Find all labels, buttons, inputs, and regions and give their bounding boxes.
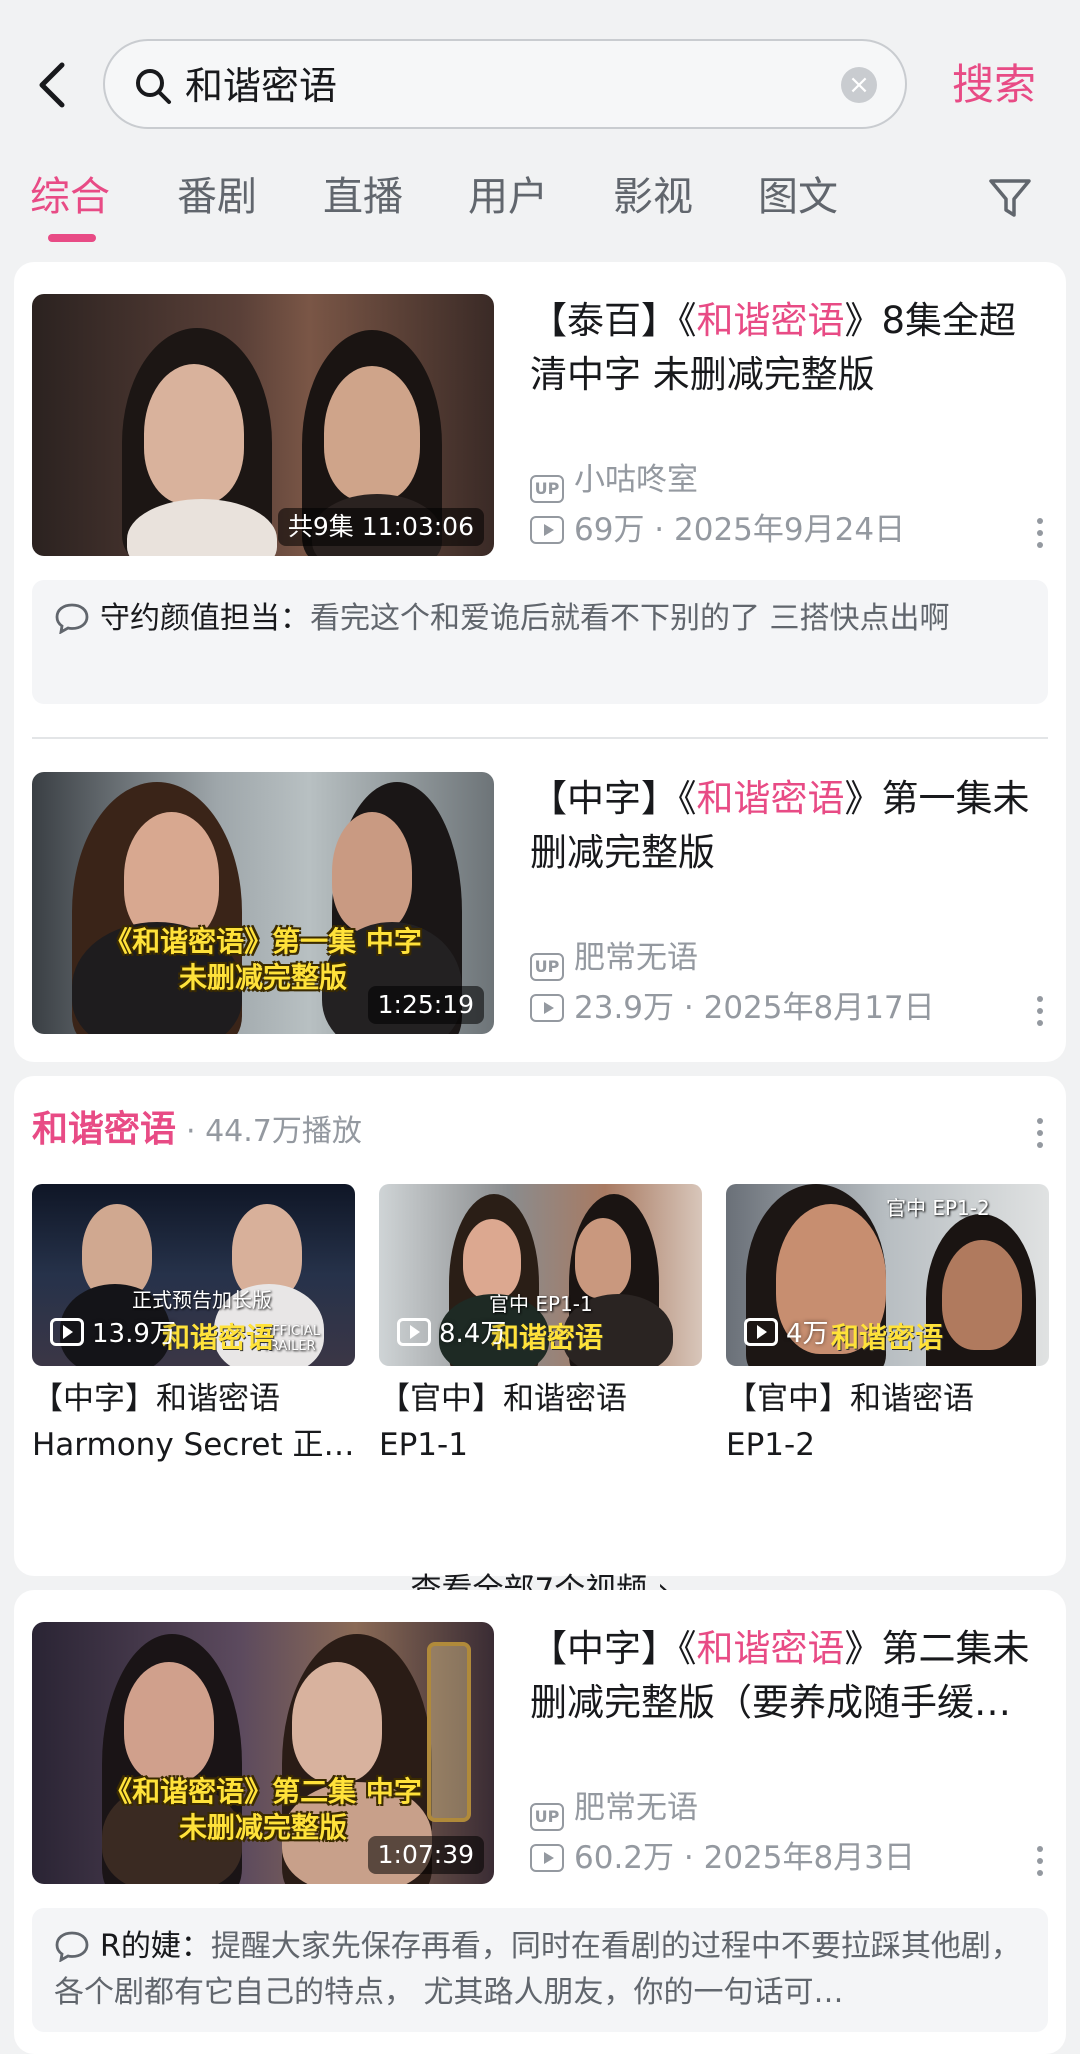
video-thumbnail[interactable]: 共9集 11:03:06 xyxy=(32,294,494,556)
top-comment[interactable]: 守约颜值担当：看完这个和爱诡后就看不下别的了 三搭快点出啊 xyxy=(32,580,1048,704)
clear-search-button[interactable]: × xyxy=(841,67,877,103)
uploader-line[interactable]: UP 肥常无语 xyxy=(530,938,698,981)
play-count-icon xyxy=(50,1318,84,1346)
tab-users[interactable]: 用户 xyxy=(468,171,548,223)
video-title[interactable]: 【泰百】《和谐密语》8集全超清中字 未删减完整版 xyxy=(530,294,1040,402)
more-vertical-icon[interactable] xyxy=(1036,1118,1044,1152)
tab-articles[interactable]: 图文 xyxy=(758,171,838,223)
result-card: 《和谐密语》第二集 中字 未删减完整版 1:07:39 【中字】《和谐密语》第二… xyxy=(14,1590,1066,2054)
uploader-line[interactable]: UP 肥常无语 xyxy=(530,1788,698,1831)
uploader-name: 肥常无语 xyxy=(574,1790,698,1826)
collection-play-count: 4万 xyxy=(744,1318,829,1350)
video-result[interactable]: 共9集 11:03:06 【泰百】《和谐密语》8集全超清中字 未删减完整版 UP… xyxy=(32,294,1048,556)
episode-duration-badge: 共9集 11:03:06 xyxy=(277,508,484,546)
search-icon xyxy=(136,69,171,104)
stats-line: 60.2万 · 2025年8月3日 xyxy=(530,1838,915,1878)
uploader-line[interactable]: UP 小咕咚室 xyxy=(530,460,698,503)
search-header: 和谐密语 × 搜索 综合 番剧 直播 用户 影视 图文 xyxy=(0,0,1080,255)
thumbnail-caption: 正式预告加长版 xyxy=(132,1288,272,1312)
search-query: 和谐密语 xyxy=(185,64,338,108)
up-badge-icon: UP xyxy=(530,953,564,981)
publish-date: 2025年9月24日 xyxy=(674,512,906,548)
thumbnail-caption: 官中 EP1-1 xyxy=(489,1292,593,1316)
chevron-left-icon xyxy=(39,62,65,108)
duration-badge: 1:25:19 xyxy=(367,986,484,1024)
collection-video-thumbnail[interactable]: 官中 EP1-2 和谐密语 4万 xyxy=(726,1184,1049,1366)
thumbnail-logo: 和谐密语 xyxy=(831,1321,944,1354)
publish-date: 2025年8月3日 xyxy=(703,1840,915,1876)
video-thumbnail[interactable]: 《和谐密语》第一集 中字 未删减完整版 1:25:19 xyxy=(32,772,494,1034)
uploader-name: 小咕咚室 xyxy=(574,462,698,498)
thumbnail-caption: 《和谐密语》第一集 中字 xyxy=(104,925,422,958)
collection-video-title[interactable]: 【官中】和谐密语 EP1-1 xyxy=(379,1376,702,1468)
comment-bubble-icon xyxy=(55,1931,89,1962)
thumbnail-caption: OFFICIAL TRAILER xyxy=(262,1324,321,1354)
more-vertical-icon[interactable] xyxy=(1036,1846,1044,1880)
collection-play-count: 8.4万 xyxy=(397,1318,506,1350)
top-comment[interactable]: R的婕：提醒大家先保存再看，同时在看剧的过程中不要拉踩其他剧，各个剧都有它自己的… xyxy=(32,1908,1048,2032)
stats-line: 23.9万 · 2025年8月17日 xyxy=(530,988,935,1028)
search-input[interactable]: 和谐密语 × xyxy=(103,39,907,129)
collection-video-title[interactable]: 【中字】和谐密语 Harmony Secret 正… xyxy=(32,1376,355,1468)
up-badge-icon: UP xyxy=(530,1803,564,1831)
play-count-icon xyxy=(530,1844,564,1872)
tab-live[interactable]: 直播 xyxy=(323,171,403,223)
divider xyxy=(32,737,1048,739)
thumbnail-caption: 官中 EP1-2 xyxy=(886,1196,990,1220)
play-count: 69万 xyxy=(574,512,645,548)
play-count-icon xyxy=(397,1318,431,1346)
more-vertical-icon[interactable] xyxy=(1036,518,1044,552)
tab-film[interactable]: 影视 xyxy=(613,171,693,223)
play-count: 23.9万 xyxy=(574,990,675,1026)
play-count-icon xyxy=(744,1318,778,1346)
collection-video-thumbnail[interactable]: 正式预告加长版 OFFICIAL TRAILER 和谐密语 13.9万 xyxy=(32,1184,355,1366)
comment-bubble-icon xyxy=(55,603,89,634)
video-title[interactable]: 【中字】《和谐密语》第二集未删减完整版（要养成随手缓… xyxy=(530,1622,1040,1730)
play-count: 60.2万 xyxy=(574,1840,675,1876)
back-button[interactable] xyxy=(28,55,80,115)
thumbnail-logo: 和谐密语 xyxy=(162,1321,275,1354)
collection-play-count: 13.9万 xyxy=(50,1318,176,1350)
comment-user: 守约颜值担当： xyxy=(100,601,310,636)
thumbnail-logo: 和谐密语 xyxy=(491,1321,604,1354)
comment-user: R的婕： xyxy=(100,1929,211,1964)
filter-icon[interactable] xyxy=(985,173,1035,223)
thumbnail-caption: 《和谐密语》第二集 中字 xyxy=(104,1775,422,1808)
result-tabs: 综合 番剧 直播 用户 影视 图文 xyxy=(0,165,1080,245)
collection-card: 和谐密语 · 44.7万播放 正式预告加长版 OFFICIAL TRAILER … xyxy=(14,1076,1066,1608)
tab-all[interactable]: 综合 xyxy=(30,171,110,223)
stats-line: 69万 · 2025年9月24日 xyxy=(530,510,905,550)
video-title[interactable]: 【中字】《和谐密语》第一集未删减完整版 xyxy=(530,772,1040,880)
comment-text: 看完这个和爱诡后就看不下别的了 三搭快点出啊 xyxy=(310,601,950,636)
duration-badge: 1:07:39 xyxy=(367,1836,484,1874)
video-thumbnail[interactable]: 《和谐密语》第二集 中字 未删减完整版 1:07:39 xyxy=(32,1622,494,1884)
up-badge-icon: UP xyxy=(530,475,564,503)
play-count-icon xyxy=(530,994,564,1022)
collection-video-title[interactable]: 【官中】和谐密语 EP1-2 xyxy=(726,1376,1049,1468)
active-tab-indicator xyxy=(48,234,96,242)
result-card: 共9集 11:03:06 【泰百】《和谐密语》8集全超清中字 未删减完整版 UP… xyxy=(14,262,1066,1062)
collection-video-thumbnail[interactable]: 官中 EP1-1 和谐密语 8.4万 xyxy=(379,1184,702,1366)
collection-title[interactable]: 和谐密语 xyxy=(32,1106,176,1154)
video-result[interactable]: 《和谐密语》第二集 中字 未删减完整版 1:07:39 【中字】《和谐密语》第二… xyxy=(32,1622,1048,1884)
video-result[interactable]: 《和谐密语》第一集 中字 未删减完整版 1:25:19 【中字】《和谐密语》第一… xyxy=(32,772,1048,1034)
uploader-name: 肥常无语 xyxy=(574,940,698,976)
more-vertical-icon[interactable] xyxy=(1036,996,1044,1030)
play-count-icon xyxy=(530,516,564,544)
publish-date: 2025年8月17日 xyxy=(703,990,935,1026)
collection-play-count: · 44.7万播放 xyxy=(186,1114,362,1149)
search-button[interactable]: 搜索 xyxy=(952,58,1036,112)
tab-anime[interactable]: 番剧 xyxy=(177,171,257,223)
